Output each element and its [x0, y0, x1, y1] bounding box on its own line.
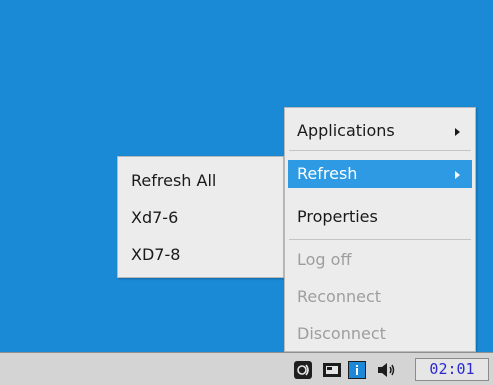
- menu-item-refresh[interactable]: Refresh: [288, 160, 472, 188]
- clock[interactable]: 02:01: [415, 358, 489, 381]
- menu-item-label: Applications: [297, 121, 395, 140]
- menu-item-label: Refresh: [297, 164, 358, 183]
- receiver-icon-glyph: [297, 364, 309, 376]
- menu-item-label: Log off: [297, 250, 352, 269]
- monitor-icon[interactable]: [322, 361, 342, 379]
- menu-item-disconnect[interactable]: Disconnect: [288, 320, 472, 348]
- menu-item-label: Reconnect: [297, 287, 382, 306]
- menu-separator: [289, 239, 471, 240]
- menu-item-reconnect[interactable]: Reconnect: [288, 283, 472, 311]
- monitor-icon-glyph: [323, 363, 341, 377]
- submenu-item-xd7-8[interactable]: XD7-8: [121, 241, 280, 269]
- menu-separator: [289, 150, 471, 151]
- submenu-item-label: Refresh All: [131, 171, 217, 190]
- submenu-item-refresh-all[interactable]: Refresh All: [121, 167, 280, 195]
- tray-context-menu: Applications Refresh Properties Log off …: [284, 107, 476, 352]
- speaker-icon-glyph: [378, 363, 395, 377]
- submenu-arrow-icon: [455, 171, 460, 179]
- receiver-icon[interactable]: [294, 361, 312, 379]
- submenu-item-xd7-6[interactable]: Xd7-6: [121, 204, 280, 232]
- menu-item-log-off[interactable]: Log off: [288, 246, 472, 274]
- submenu-arrow-icon: [455, 128, 460, 136]
- menu-item-label: Disconnect: [297, 324, 386, 343]
- submenu-item-label: XD7-8: [131, 245, 181, 264]
- speaker-icon[interactable]: [376, 361, 398, 379]
- info-icon-glyph: [356, 365, 358, 375]
- menu-item-properties[interactable]: Properties: [288, 203, 472, 231]
- menu-item-applications[interactable]: Applications: [288, 117, 472, 145]
- info-icon[interactable]: [348, 361, 366, 379]
- submenu-item-label: Xd7-6: [131, 208, 179, 227]
- menu-item-label: Properties: [297, 207, 378, 226]
- refresh-submenu: Refresh All Xd7-6 XD7-8: [117, 156, 284, 278]
